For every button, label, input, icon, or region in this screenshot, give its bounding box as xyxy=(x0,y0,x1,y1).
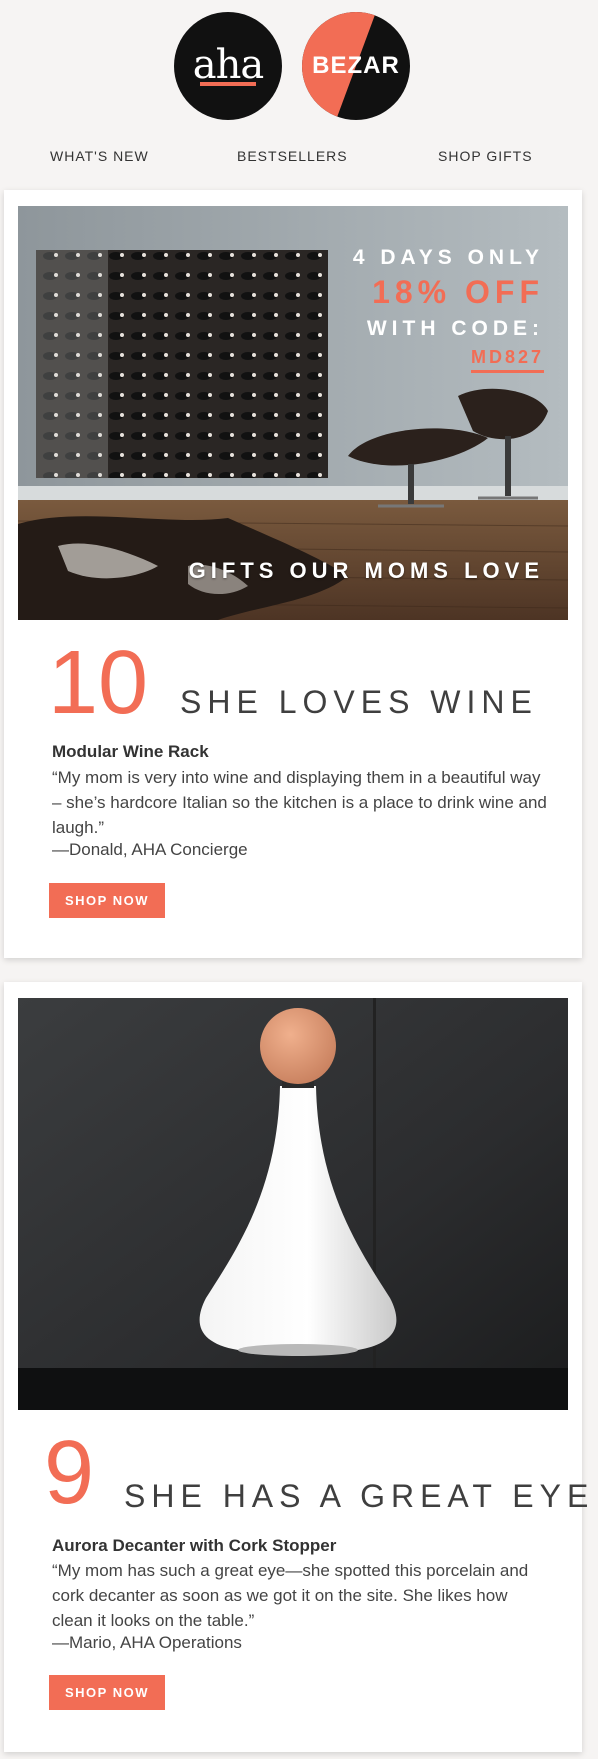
promo-duration: 4 DAYS ONLY xyxy=(352,246,544,269)
promo-code: MD827 xyxy=(470,347,544,373)
bezar-logo[interactable]: BEZAR xyxy=(302,12,410,120)
rank-number: 9 xyxy=(44,1423,95,1523)
quote-attribution: —Mario, AHA Operations xyxy=(52,1633,242,1652)
gift-card-wine: 4 DAYS ONLY 18% OFF WITH CODE: MD827 GIF… xyxy=(4,190,582,958)
aha-logo-underline xyxy=(200,82,256,86)
product-name[interactable]: Modular Wine Rack xyxy=(52,742,209,762)
nav-whats-new[interactable]: WHAT'S NEW xyxy=(50,148,149,164)
promo-code-label: WITH CODE: xyxy=(366,317,544,340)
gift-card-decanter: 9 SHE HAS A GREAT EYE Aurora Decanter wi… xyxy=(4,982,588,1752)
aha-logo[interactable]: aha xyxy=(174,12,282,120)
main-nav: WHAT'S NEW BESTSELLERS SHOP GIFTS xyxy=(0,148,598,168)
shop-now-button[interactable]: SHOP NOW xyxy=(49,883,165,918)
quote-attribution: —Donald, AHA Concierge xyxy=(52,840,248,859)
product-name[interactable]: Aurora Decanter with Cork Stopper xyxy=(52,1536,336,1556)
decanter-hero-image[interactable] xyxy=(18,998,568,1410)
nav-shop-gifts[interactable]: SHOP GIFTS xyxy=(438,148,533,164)
nav-bestsellers[interactable]: BESTSELLERS xyxy=(237,148,348,164)
item-headline: SHE LOVES WINE xyxy=(180,684,538,720)
bezar-logo-text: BEZAR xyxy=(312,52,400,79)
rank-number: 10 xyxy=(48,633,149,733)
product-quote: “My mom is very into wine and displaying… xyxy=(52,768,547,837)
wine-rack-hero-image[interactable]: 4 DAYS ONLY 18% OFF WITH CODE: MD827 GIF… xyxy=(18,206,568,620)
product-quote: “My mom has such a great eye—she spotted… xyxy=(52,1561,529,1630)
email-page: aha BEZAR WHAT'S NEW BESTSELLERS SHOP GI… xyxy=(0,0,598,1759)
brand-logos: aha BEZAR xyxy=(0,12,598,122)
promo-tagline: GIFTS OUR MOMS LOVE xyxy=(188,558,544,583)
shop-now-button[interactable]: SHOP NOW xyxy=(49,1675,165,1710)
promo-overlay: 4 DAYS ONLY 18% OFF WITH CODE: MD827 xyxy=(353,246,544,373)
promo-discount: 18% OFF xyxy=(372,274,544,310)
decanter-photo xyxy=(18,998,568,1410)
item-headline: SHE HAS A GREAT EYE xyxy=(124,1478,595,1514)
